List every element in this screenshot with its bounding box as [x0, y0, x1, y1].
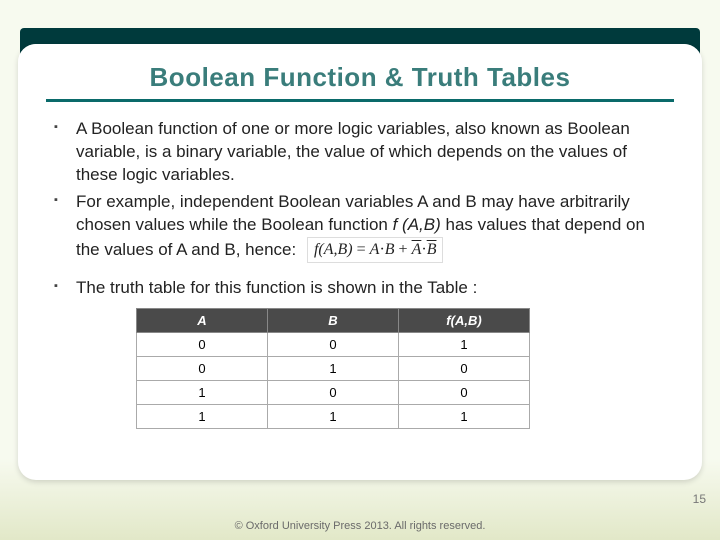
table-cell: 0 [137, 357, 268, 381]
truth-table-wrap: A B f(A,B) 0 0 1 0 1 0 [136, 308, 674, 429]
function-name: f (A,B) [393, 215, 441, 234]
formula-term-a: A [370, 241, 380, 258]
table-cell: 0 [268, 381, 399, 405]
formula-term-bbar: B [427, 241, 437, 258]
bullet-text: A Boolean function of one or more logic … [76, 119, 630, 184]
table-header-row: A B f(A,B) [137, 309, 530, 333]
truth-table: A B f(A,B) 0 0 1 0 1 0 [136, 308, 530, 429]
bullet-list-2: The truth table for this function is sho… [46, 277, 674, 300]
slide-title: Boolean Function & Truth Tables [46, 62, 674, 102]
formula-lhs: f(A,B) [314, 241, 353, 258]
bullet-item: For example, independent Boolean variabl… [52, 191, 668, 263]
table-cell: 1 [399, 405, 530, 429]
formula-plus: + [395, 241, 412, 258]
formula-box: f(A,B) = A·B + A·B [307, 237, 444, 264]
table-cell: 1 [399, 333, 530, 357]
table-cell: 0 [399, 381, 530, 405]
page-number: 15 [693, 492, 706, 506]
table-cell: 1 [268, 357, 399, 381]
formula-eq: = [353, 241, 370, 258]
table-row: 1 0 0 [137, 381, 530, 405]
table-cell: 1 [137, 381, 268, 405]
table-row: 0 1 0 [137, 357, 530, 381]
bullet-text: The truth table for this function is sho… [76, 278, 477, 297]
table-cell: 0 [268, 333, 399, 357]
footer-copyright: © Oxford University Press 2013. All righ… [0, 520, 720, 532]
formula-term-abar: A [412, 241, 422, 258]
table-cell: 0 [399, 357, 530, 381]
table-header: A [137, 309, 268, 333]
table-cell: 1 [268, 405, 399, 429]
table-row: 1 1 1 [137, 405, 530, 429]
table-header: B [268, 309, 399, 333]
bullet-list: A Boolean function of one or more logic … [46, 118, 674, 263]
bullet-item: The truth table for this function is sho… [52, 277, 668, 300]
table-row: 0 0 1 [137, 333, 530, 357]
bullet-item: A Boolean function of one or more logic … [52, 118, 668, 187]
table-cell: 1 [137, 405, 268, 429]
slide: Boolean Function & Truth Tables A Boolea… [0, 0, 720, 540]
formula-term-b: B [385, 241, 395, 258]
content-card: Boolean Function & Truth Tables A Boolea… [18, 44, 702, 480]
table-header: f(A,B) [399, 309, 530, 333]
table-cell: 0 [137, 333, 268, 357]
